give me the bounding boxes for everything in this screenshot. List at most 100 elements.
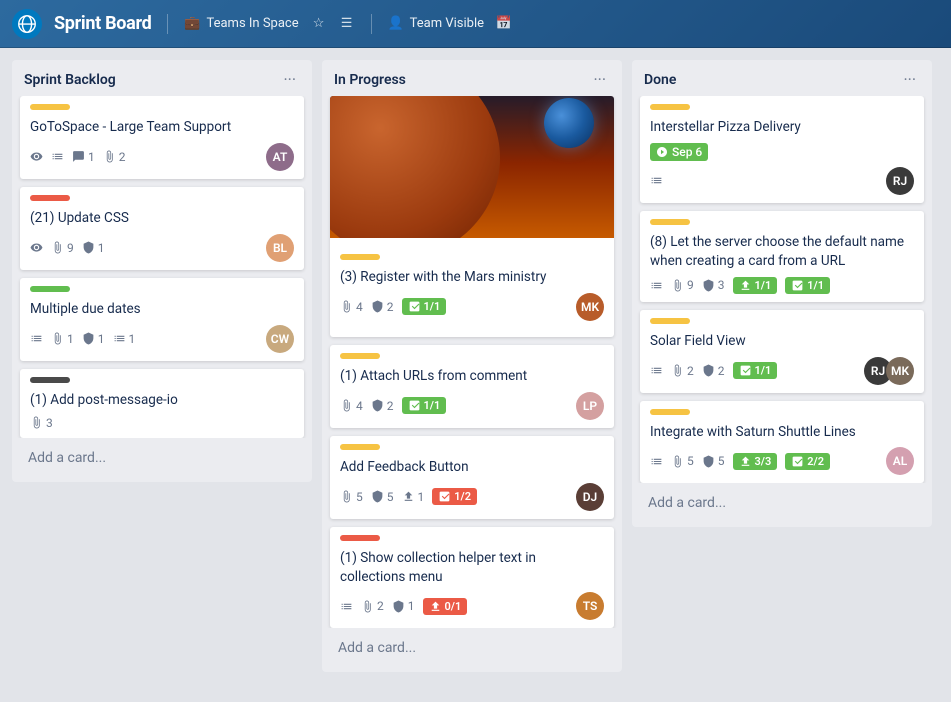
column-menu-btn[interactable]: ···	[589, 70, 610, 90]
card-label-bar	[340, 254, 380, 260]
meta-paperclip: 3	[30, 416, 53, 430]
meta-count: 2	[718, 364, 725, 378]
card-meta-row: 21 0/1 TS	[340, 592, 604, 620]
app-header: Sprint Board 💼 Teams In Space ☆ ☰ 👤 Team…	[0, 0, 951, 48]
card-title: Interstellar Pizza Delivery	[650, 118, 914, 137]
meta-count: 2	[377, 599, 384, 613]
column-menu-btn[interactable]: ···	[899, 70, 920, 90]
cards-container: (3) Register with the Mars ministry421/1…	[322, 96, 622, 628]
card-date-row: Sep 6	[650, 143, 914, 161]
meta-upload_green: 1/1	[733, 277, 778, 294]
date-badge: Sep 6	[650, 143, 708, 161]
briefcase-icon: 💼	[184, 16, 200, 32]
meta-count: 1	[98, 332, 105, 346]
column-backlog: Sprint Backlog···GoToSpace - Large Team …	[12, 60, 312, 482]
add-card-btn[interactable]: Add a card...	[20, 442, 304, 474]
card-title: Integrate with Saturn Shuttle Lines	[650, 423, 914, 442]
cards-container: GoToSpace - Large Team Support12AT(21) U…	[12, 96, 312, 438]
visibility-btn[interactable]: 👤 Team Visible	[388, 16, 484, 32]
meta-upload_red: 0/1	[423, 598, 468, 615]
checklist-badge-red: 1/2	[432, 488, 477, 505]
meta-count: 2	[387, 399, 394, 413]
card[interactable]: (1) Attach URLs from comment421/1LP	[330, 345, 614, 428]
meta-count: 4	[356, 399, 363, 413]
meta-checklist_green: 1	[113, 332, 136, 346]
card-avatar: TS	[576, 592, 604, 620]
card-avatar: MK	[576, 293, 604, 321]
meta-list	[51, 150, 64, 163]
meta-paperclip: 5	[671, 454, 694, 468]
meta-list	[650, 455, 663, 468]
calendar-icon[interactable]: 📅	[496, 16, 512, 32]
card-title: (8) Let the server choose the default na…	[650, 233, 914, 271]
column-header: In Progress···	[322, 60, 622, 96]
meta-shield: 5	[371, 490, 394, 504]
upload-count: 1	[418, 490, 425, 504]
meta-paperclip: 2	[671, 364, 694, 378]
board-title: Sprint Board	[54, 13, 151, 34]
card-meta-left: 55 1 1/2	[340, 488, 477, 505]
upload-badge-green: 3/3	[733, 453, 778, 470]
card[interactable]: Multiple due dates111CW	[20, 278, 304, 361]
meta-shield: 2	[702, 364, 725, 378]
card[interactable]: Add Feedback Button5511/2DJ	[330, 436, 614, 519]
card-label-bar	[30, 286, 70, 292]
meta-paperclip: 2	[103, 150, 126, 164]
cards-container: Interstellar Pizza Delivery Sep 6 RJ (8) Le…	[632, 96, 932, 483]
card[interactable]: (1) Show collection helper text in colle…	[330, 527, 614, 629]
card-label-bar	[340, 444, 380, 450]
card-meta-row: 421/1LP	[340, 392, 604, 420]
card-avatar: MK	[886, 357, 914, 385]
card-meta-row: 5511/2DJ	[340, 483, 604, 511]
card-label-bar	[650, 219, 690, 225]
card-meta-left: 553/32/2	[650, 453, 830, 470]
card[interactable]: (3) Register with the Mars ministry421/1…	[330, 96, 614, 337]
card-label-bar	[650, 318, 690, 324]
card[interactable]: Integrate with Saturn Shuttle Lines 5 5 3/3…	[640, 401, 924, 484]
meta-list	[650, 174, 663, 187]
card[interactable]: Interstellar Pizza Delivery Sep 6 RJ	[640, 96, 924, 203]
meta-checklist_red: 1/2	[432, 488, 477, 505]
meta-shield: 1	[392, 599, 415, 613]
meta-count: 2	[687, 364, 694, 378]
meta-list	[30, 332, 43, 345]
column-menu-btn[interactable]: ···	[279, 70, 300, 90]
meta-list	[650, 364, 663, 377]
card[interactable]: (1) Add post-message-io3	[20, 369, 304, 438]
meta-paperclip: 9	[671, 278, 694, 292]
star-icon[interactable]: ☆	[311, 16, 327, 32]
card[interactable]: GoToSpace - Large Team Support12AT	[20, 96, 304, 179]
column-header: Sprint Backlog···	[12, 60, 312, 96]
meta-shield: 2	[371, 300, 394, 314]
team-name-btn[interactable]: 💼 Teams In Space	[184, 16, 298, 32]
meta-count: 5	[356, 490, 363, 504]
earth-planet	[544, 98, 594, 148]
add-card-btn[interactable]: Add a card...	[640, 487, 924, 519]
card[interactable]: (21) Update CSS91BL	[20, 187, 304, 270]
meta-count: 3	[46, 416, 53, 430]
card-avatar: LP	[576, 392, 604, 420]
card-label-bar	[30, 195, 70, 201]
meta-checklist_green: 1/1	[402, 298, 447, 315]
card-title: Solar Field View	[650, 332, 914, 351]
card-title: (1) Attach URLs from comment	[340, 367, 604, 386]
column-done: Done ··· Interstellar Pizza Delivery Sep 6 R…	[632, 60, 932, 527]
app-logo	[12, 9, 42, 39]
meta-count: 5	[718, 454, 725, 468]
meta-paperclip: 1	[51, 332, 74, 346]
column-title: Done	[644, 72, 676, 88]
card-meta-left: 21 0/1	[340, 598, 467, 615]
card-avatar: RJ	[886, 167, 914, 195]
menu-icon[interactable]: ☰	[339, 16, 355, 32]
card-meta-left: 931/11/1	[650, 277, 830, 294]
card-meta-row: 91BL	[30, 234, 294, 262]
card[interactable]: Solar Field View221/1RJMK	[640, 310, 924, 393]
card-meta-row: 931/11/1	[650, 277, 914, 294]
meta-paperclip: 5	[340, 490, 363, 504]
meta-count: 4	[356, 300, 363, 314]
card-title: Multiple due dates	[30, 300, 294, 319]
add-card-btn[interactable]: Add a card...	[330, 632, 614, 664]
card[interactable]: (8) Let the server choose the default na…	[640, 211, 924, 302]
card-meta-left: 421/1	[340, 397, 446, 414]
card-meta-row: 221/1RJMK	[650, 357, 914, 385]
